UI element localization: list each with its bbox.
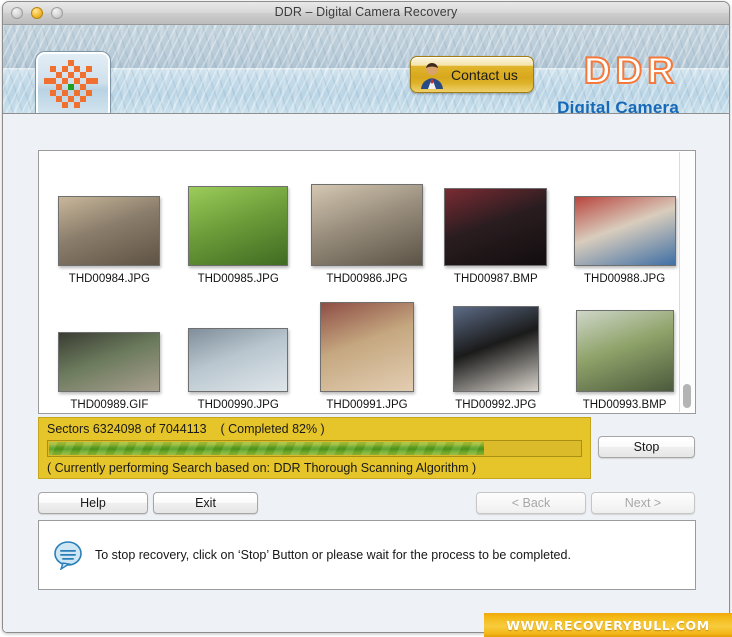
ddr-checker-icon [36,52,110,113]
thumbnail-item[interactable]: THD00985.JPG [179,186,298,285]
thumbnail-filename: THD00988.JPG [583,273,666,285]
thumbnail-image[interactable] [575,310,674,392]
thumbnail-image[interactable] [319,302,414,392]
help-button[interactable]: Help [38,492,148,514]
thumbnail-filename: THD00984.JPG [68,273,150,285]
thumbnail-image[interactable] [444,188,548,266]
thumbnail-image[interactable] [452,306,539,392]
checker-starburst-icon [44,60,98,108]
thumbnail-scrollbar[interactable] [679,152,694,412]
thumbnail-image[interactable] [310,184,423,266]
info-panel: To stop recovery, click on ‘Stop’ Button… [38,520,696,590]
thumbnail-image[interactable] [188,328,289,392]
window-title: DDR – Digital Camera Recovery [274,5,458,19]
app-header: Contact us DDR Digital Camera [3,25,729,114]
thumbnail-filename: THD00989.GIF [70,399,149,411]
thumbnail-filename: THD00993.BMP [582,399,667,411]
thumbnail-item[interactable]: THD00984.JPG [50,196,169,285]
next-button: Next > [591,492,695,514]
info-message: To stop recovery, click on ‘Stop’ Button… [95,548,571,562]
thumbnail-filename: THD00985.JPG [197,273,279,285]
thumbnail-image[interactable] [58,332,161,392]
thumbnail-filename: THD00991.JPG [326,399,408,411]
main-content: THD00984.JPG THD00985.JPG THD00986.JPG THD0… [3,114,729,632]
contact-us-button[interactable]: Contact us [410,56,534,93]
thumbnail-row: THD00989.GIF THD00990.JPG THD00991.JPG THD0… [39,285,695,411]
sectors-status-text: Sectors 6324098 of 7044113 ( Completed 8… [47,422,325,436]
stop-button[interactable]: Stop [598,436,695,458]
thumbnail-filename: THD00990.JPG [197,399,279,411]
watermark-text: WWW.RECOVERYBULL.COM [506,617,710,633]
thumbnail-item[interactable]: THD00993.BMP [565,310,684,411]
thumbnail-item[interactable]: THD00987.BMP [436,188,555,285]
thumbnail-item[interactable]: THD00990.JPG [179,328,298,411]
application-window: DDR – Digital Camera Recovery Contact us… [2,1,730,633]
thumbnail-row: THD00984.JPG THD00985.JPG THD00986.JPG THD0… [39,151,695,285]
thumbnail-image[interactable] [58,196,161,266]
thumbnail-item[interactable]: THD00988.JPG [565,196,684,285]
thumbnail-item[interactable]: THD00989.GIF [50,332,169,411]
thumbnail-filename: THD00986.JPG [326,273,408,285]
watermark-banner: WWW.RECOVERYBULL.COM [484,613,732,637]
ddr-logo: DDR [583,50,679,91]
thumbnail-filename: THD00987.BMP [453,273,538,285]
person-icon [421,62,443,89]
algorithm-status-text: ( Currently performing Search based on: … [47,461,477,475]
thumbnail-item[interactable]: THD00992.JPG [436,306,555,411]
ddr-logo-subtitle: Digital Camera [557,98,679,114]
thumbnail-list-panel[interactable]: THD00984.JPG THD00985.JPG THD00986.JPG THD0… [38,150,696,414]
thumbnail-image[interactable] [188,186,289,266]
speech-bubble-icon [54,541,82,570]
back-button: < Back [476,492,586,514]
thumbnail-item[interactable]: THD00986.JPG [308,184,427,285]
progress-panel: Sectors 6324098 of 7044113 ( Completed 8… [38,417,591,479]
window-titlebar: DDR – Digital Camera Recovery [3,2,729,25]
progress-bar [47,440,582,457]
thumbnail-image[interactable] [573,196,676,266]
progress-bar-fill [49,442,485,455]
thumbnail-filename: THD00992.JPG [455,399,537,411]
scrollbar-thumb[interactable] [683,384,691,408]
exit-button[interactable]: Exit [153,492,258,514]
contact-us-label: Contact us [451,66,518,83]
thumbnail-item[interactable]: THD00991.JPG [308,302,427,411]
